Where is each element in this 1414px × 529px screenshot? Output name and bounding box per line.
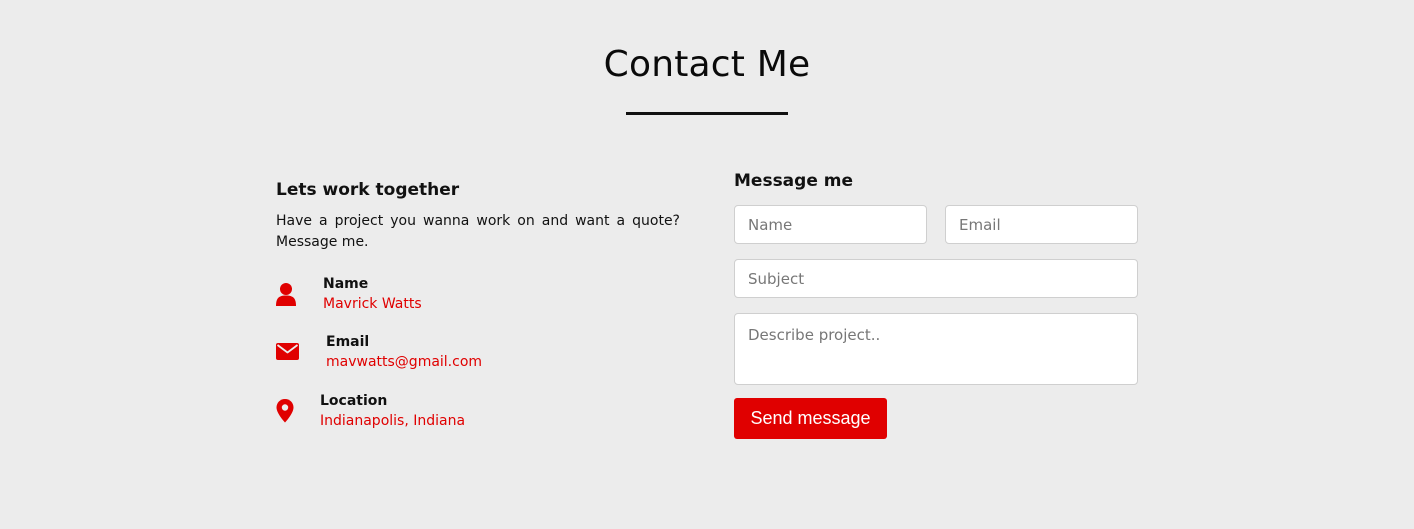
contact-intro: Have a project you wanna work on and wan… [276,213,680,250]
send-message-button[interactable]: Send message [734,398,887,439]
info-label: Name [323,276,369,292]
contact-info-heading: Lets work together [276,180,460,200]
user-icon [276,282,300,306]
info-value: mavwatts@gmail.com [326,354,483,370]
contact-form: Message me Send message [734,171,1138,439]
subject-input[interactable] [734,259,1138,298]
info-label: Email [326,334,370,350]
info-value: Mavrick Watts [323,296,422,312]
envelope-icon [276,343,300,367]
map-pin-icon [276,399,300,423]
name-input[interactable] [734,205,927,244]
contact-form-heading: Message me [734,171,854,191]
contact-info: Lets work together Have a project you wa… [276,180,686,429]
contact-section: Contact Me Lets work together Have a pro… [0,0,1414,529]
title-underline [626,112,788,115]
info-label: Location [320,393,388,409]
page-title: Contact Me [603,44,811,85]
email-input[interactable] [945,205,1138,244]
message-textarea[interactable] [734,313,1138,385]
info-value: Indianapolis, Indiana [320,413,466,429]
